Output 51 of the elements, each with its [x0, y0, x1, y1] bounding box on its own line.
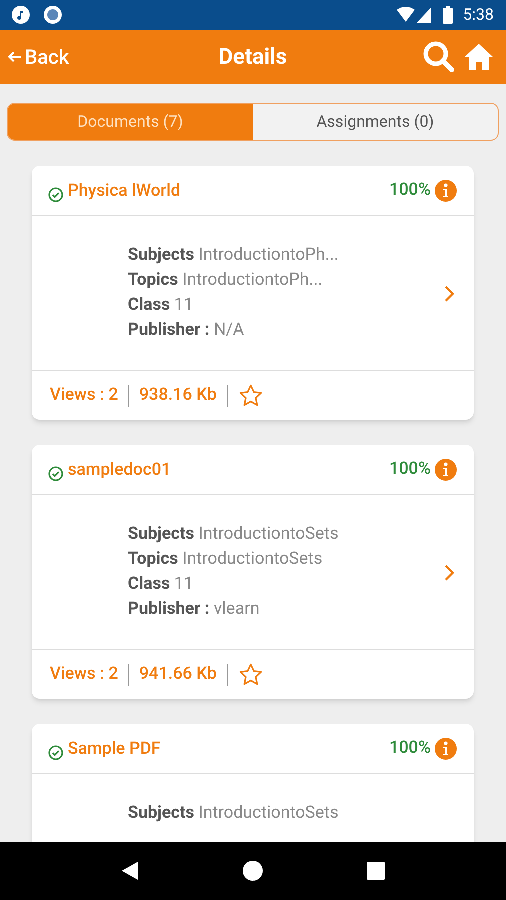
battery-icon — [443, 6, 454, 24]
star-icon[interactable] — [238, 382, 264, 408]
circle-icon — [44, 6, 62, 24]
wifi-icon — [397, 7, 416, 23]
file-size: 938.16 Kb — [139, 384, 217, 407]
status-time: 5:38 — [463, 4, 494, 26]
chevron-right-icon[interactable] — [444, 285, 456, 303]
document-card[interactable]: sampledoc01 100% Subjects IntroductiontoSets Topics IntroductiontoSets Class 11 Publisher : vlearn Views : 2 941.66 Kb — [32, 445, 474, 699]
field-value: 11 — [174, 295, 194, 315]
completion-percent: 100% — [389, 178, 431, 202]
arrow-left-icon — [8, 51, 22, 63]
music-note-icon — [12, 6, 30, 24]
back-triangle-icon[interactable] — [121, 861, 140, 881]
document-title: Physica lWorld — [68, 180, 181, 203]
field-label: Subjects — [128, 803, 194, 823]
document-card[interactable]: Sample PDF 100% Subjects IntroductiontoSets — [32, 724, 474, 842]
info-icon[interactable] — [434, 178, 458, 202]
views-count: Views : 2 — [50, 662, 118, 686]
recents-square-icon[interactable] — [366, 862, 385, 880]
field-value: vlearn — [214, 599, 260, 619]
field-value: IntroductiontoPh... — [182, 270, 323, 290]
field-value: N/A — [214, 320, 244, 340]
field-value: IntroductiontoPh... — [198, 245, 339, 265]
file-size: 941.66 Kb — [139, 662, 217, 686]
field-label: Topics — [128, 270, 178, 290]
views-count: Views : 2 — [50, 384, 118, 407]
info-icon[interactable] — [434, 458, 458, 482]
home-circle-icon[interactable] — [242, 860, 264, 882]
field-label: Subjects — [128, 524, 194, 544]
field-label: Class — [128, 295, 170, 315]
home-icon[interactable] — [464, 43, 494, 71]
field-value: IntroductiontoSets — [198, 524, 339, 544]
completion-percent: 100% — [389, 736, 431, 760]
field-value: 11 — [174, 574, 194, 594]
document-title: sampledoc01 — [68, 458, 172, 482]
field-label: Publisher : — [128, 320, 210, 340]
completion-percent: 100% — [389, 458, 431, 481]
info-icon[interactable] — [434, 736, 458, 760]
signal-icon — [417, 7, 432, 23]
document-title: Sample PDF — [68, 738, 161, 761]
field-value: IntroductiontoSets — [198, 803, 339, 823]
field-label: Class — [128, 574, 170, 594]
field-label: Topics — [128, 549, 178, 569]
field-value: IntroductiontoSets — [182, 549, 323, 569]
search-icon[interactable] — [422, 40, 456, 74]
field-label: Subjects — [128, 245, 194, 265]
field-label: Publisher : — [128, 599, 210, 619]
page-title: Details — [218, 44, 288, 72]
star-icon[interactable] — [238, 662, 264, 688]
tab[interactable]: Assignments (0) — [253, 104, 498, 140]
chevron-right-icon[interactable] — [444, 564, 456, 582]
